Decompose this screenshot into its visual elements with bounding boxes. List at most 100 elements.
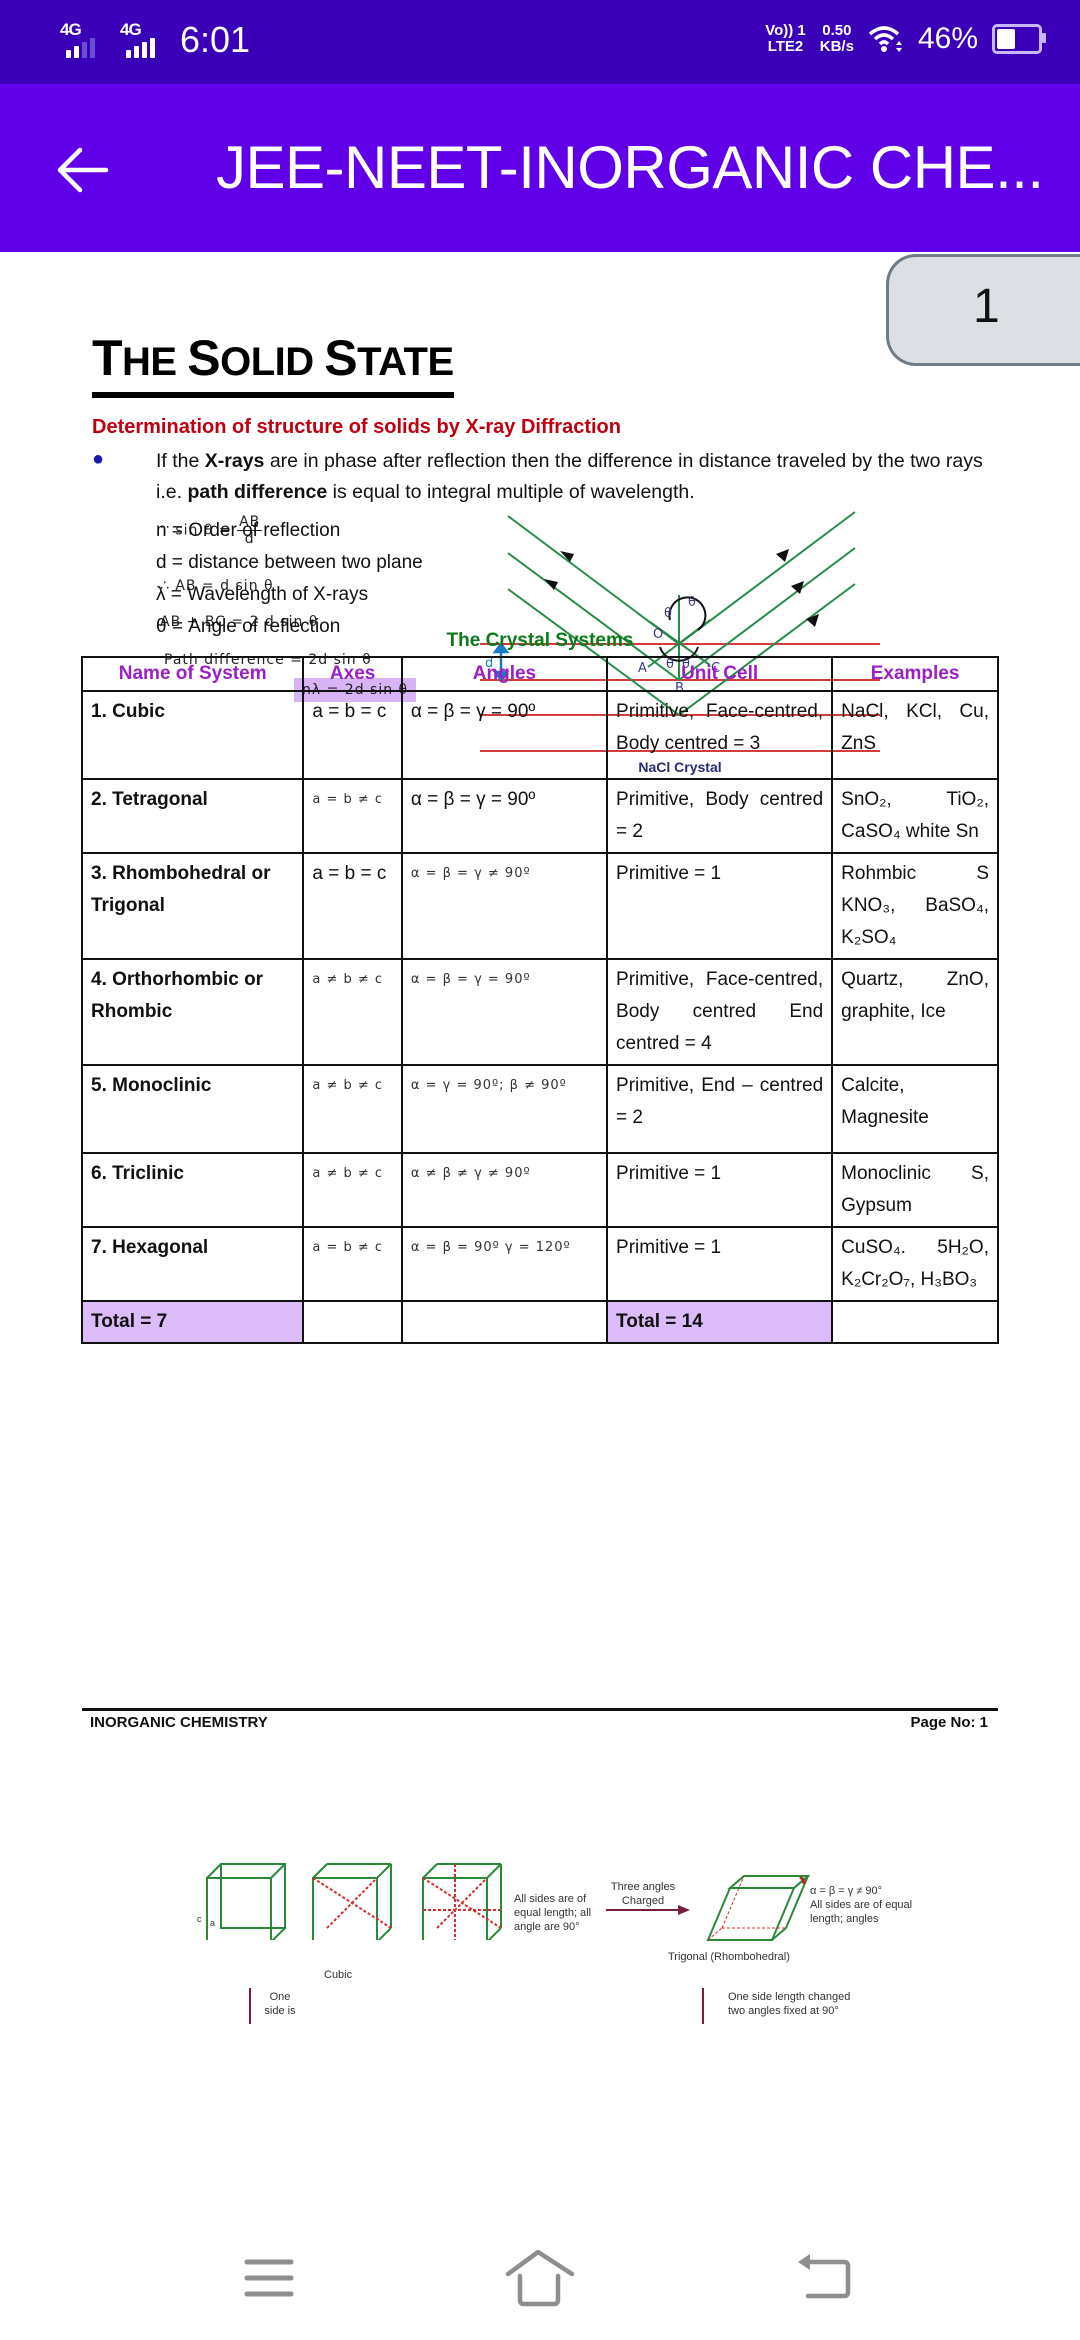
cell-unit: Primitive = 1 — [606, 1152, 834, 1228]
home-icon[interactable] — [504, 2250, 576, 2310]
arrow-right-icon — [606, 1905, 690, 1915]
one-side-note: One side is — [264, 1991, 296, 2017]
document-title: JEE-NEET-INORGANIC CHE... — [216, 134, 1044, 201]
system-nav-bar — [0, 2230, 1080, 2340]
cell-unit: Primitive, Face-centred, Body centred = … — [606, 690, 834, 780]
heading-part: T — [92, 330, 123, 386]
empty-cell — [831, 1300, 999, 1344]
trigonal-note-angles: α = β = γ ≠ 90° — [810, 1885, 883, 1897]
cell-angles: α = γ = 90º; β ≠ 90º — [400, 1064, 609, 1154]
volte-indicator: Vo)) 1 LTE2 — [765, 23, 806, 55]
sim2-signal-icon: 4G — [120, 18, 166, 62]
cell-unit: Primitive, Body centred = 2 — [606, 778, 834, 854]
legend-d: d = distance between two plane — [156, 552, 423, 573]
rhombohedral-cell-figure — [706, 1875, 810, 1941]
heading-part: S — [324, 330, 358, 386]
text-run: If the — [156, 450, 205, 472]
page-number-indicator: 1 — [886, 254, 1080, 366]
header-name: Name of System — [80, 656, 305, 692]
trigonal-note-sides: All sides are of equal length; angles — [810, 1899, 913, 1925]
volte-line1: Vo)) 1 — [765, 22, 806, 39]
sim2-label: 4G — [120, 20, 142, 39]
battery-percent: 46% — [917, 22, 978, 55]
cell-angles: α = β = γ ≠ 90º — [400, 852, 609, 960]
app-bar: JEE-NEET-INORGANIC CHE... — [0, 84, 1080, 252]
arrow-left-icon[interactable] — [52, 140, 112, 200]
sim1-signal-icon: 4G — [60, 18, 106, 62]
cubic-caption: Cubic — [324, 1969, 353, 1981]
trigonal-caption: Trigonal (Rhombohedral) — [668, 1951, 790, 1963]
note-line: two angles fixed at 90° — [728, 2005, 839, 2017]
cube-simple — [206, 1863, 286, 1940]
cell-axes: a ≠ b ≠ c — [302, 1064, 403, 1154]
header-angles: Angles — [400, 656, 609, 692]
table-total-row: Total = 7 Total = 14 — [80, 1300, 999, 1344]
one-side-changed-note: One side length changed two angles fixed… — [728, 1990, 850, 2018]
footer-subject: INORGANIC CHEMISTRY — [90, 1714, 268, 1731]
table-row: 7. Hexagonal a = b ≠ c α = β = 90º γ = 1… — [80, 1226, 999, 1302]
cell-unit: Primitive = 1 — [606, 1226, 834, 1302]
cell-name: 4. Orthorhombic or Rhombic — [80, 958, 305, 1066]
label-theta: θ — [688, 595, 696, 610]
arrow-icon — [776, 549, 789, 562]
text-run: is equal to integral multiple of wavelen… — [327, 481, 695, 503]
cube-body-centred — [312, 1863, 392, 1940]
footer-page-number: Page No: 1 — [910, 1714, 988, 1731]
divider-bar — [702, 1988, 704, 2024]
cell-angles: α = β = γ = 90º — [400, 958, 609, 1066]
cell-axes: a = b ≠ c — [302, 778, 403, 854]
cell-name: 6. Triclinic — [80, 1152, 305, 1228]
cell-name: 7. Hexagonal — [80, 1226, 305, 1302]
heading-part: TATE — [357, 340, 454, 384]
cell-name: 2. Tetragonal — [80, 778, 305, 854]
divider-bar — [249, 1988, 251, 2024]
label-a: a — [210, 1918, 215, 1928]
sim1-label: 4G — [60, 20, 82, 39]
bullet-icon: ● — [92, 448, 105, 470]
cell-unit: Primitive, Face-centred, Body centred En… — [606, 958, 834, 1066]
cell-examples: NaCl, KCl, Cu, ZnS — [831, 690, 999, 780]
label-theta: θ — [664, 606, 672, 621]
note-line: One side length changed — [728, 1991, 851, 2003]
cell-angles: α = β = 90º γ = 120º — [400, 1226, 609, 1302]
table-row: 6. Triclinic a ≠ b ≠ c α ≠ β ≠ γ ≠ 90º P… — [80, 1152, 999, 1228]
legend-n: n = Order of reflection — [156, 520, 341, 541]
cell-name: 3. Rhombohedral or Trigonal — [80, 852, 305, 960]
table-row: 4. Orthorhombic or Rhombic a ≠ b ≠ c α =… — [80, 958, 999, 1066]
menu-icon[interactable] — [243, 2254, 295, 2302]
cell-axes: a = b = c — [302, 852, 403, 960]
crystal-systems-table: Name of System Axes Angles Unit Cell Exa… — [80, 656, 999, 1344]
cubic-unit-cells-figure: c a b P — [197, 1863, 502, 1940]
cell-axes: a = b = c — [302, 690, 403, 780]
text-run-bold: path difference — [187, 481, 328, 503]
wifi-icon — [868, 26, 902, 52]
network-speed: 0.50 KB/s — [820, 23, 854, 55]
cubic-note: All sides are of equal length; all angle… — [514, 1893, 592, 1933]
header-axes: Axes — [302, 656, 403, 692]
heading-part: S — [187, 330, 221, 386]
footer-divider — [82, 1708, 998, 1711]
table-row: 2. Tetragonal a = b ≠ c α = β = γ = 90º … — [80, 778, 999, 854]
cell-unit: Primitive = 1 — [606, 852, 834, 960]
cell-examples: CuSO₄. 5H₂O, K₂Cr₂O₇, H₃BO₃ — [831, 1226, 999, 1302]
table-caption: The Crystal Systems — [446, 630, 634, 651]
cell-examples: Quartz, ZnO, graphite, Ice — [831, 958, 999, 1066]
speed-value: 0.50 — [822, 22, 852, 39]
label-c: c — [197, 1914, 202, 1924]
battery-icon — [992, 24, 1046, 54]
back-icon[interactable] — [796, 2252, 854, 2304]
cell-examples: Rohmbic S KNO₃, BaSO₄, K₂SO₄ — [831, 852, 999, 960]
text-run-bold: X-rays — [204, 450, 265, 472]
cell-angles: α = β = γ = 90º — [400, 778, 609, 854]
table-row: 1. Cubic a = b = c α = β = γ = 90º Primi… — [80, 690, 999, 780]
header-examples: Examples — [831, 656, 999, 692]
ray — [507, 511, 856, 646]
heading-part: HE — [122, 340, 188, 384]
cube-face-centred — [422, 1863, 502, 1940]
table-header-row: Name of System Axes Angles Unit Cell Exa… — [80, 656, 999, 692]
legend-lambda: λ = Wavelength of X-rays — [156, 584, 369, 605]
next-page-preview: c a b P Cubic All sides are of equal len… — [0, 1840, 1080, 2060]
battery-fill — [997, 29, 1016, 49]
page-number: 1 — [973, 280, 1000, 333]
ray-arrows — [544, 549, 819, 627]
